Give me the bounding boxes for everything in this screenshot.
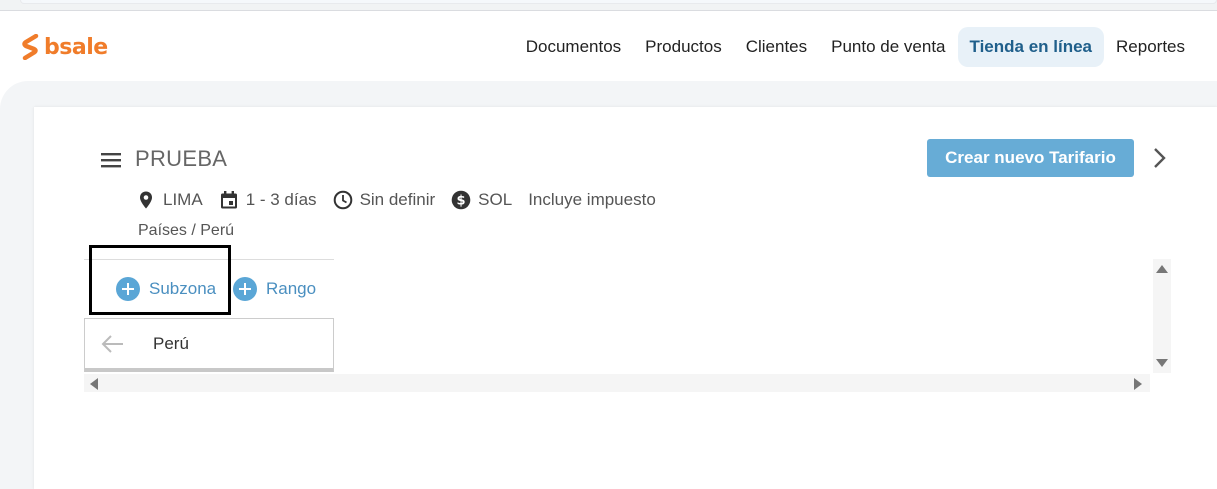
address-bar-edge [20,0,1217,4]
clock-icon [333,190,352,210]
scroll-up-arrow[interactable] [1156,265,1168,273]
nav-item-reportes[interactable]: Reportes [1104,27,1197,67]
add-rango-label: Rango [266,279,317,298]
create-tariff-button[interactable]: Crear nuevo Tarifario [927,139,1134,177]
meta-delivery-time: 1 - 3 días [245,190,317,209]
scroll-left-arrow[interactable] [90,378,98,390]
arrow-left-icon[interactable] [101,333,125,355]
page-title: PRUEBA [135,146,228,171]
nav-item-clientes[interactable]: Clientes [734,27,819,67]
meta-location: LIMA [163,190,203,209]
add-rango-button[interactable]: Rango [233,275,316,303]
browser-chrome-strip [0,0,1217,11]
highlight-annotation-box [89,245,231,315]
chevron-right-icon[interactable] [1150,146,1170,170]
map-pin-icon [140,191,152,209]
zone-label: Perú [153,334,189,353]
zone-row[interactable]: Perú [84,318,334,372]
svg-text:$: $ [457,194,466,209]
plus-circle-icon [233,277,257,301]
bsale-logo-text: bsale [44,34,108,60]
meta-currency: SOL [478,190,513,209]
top-navigation: bsale Documentos Productos Clientes Punt… [0,11,1217,81]
calendar-icon [220,191,237,209]
nav-item-productos[interactable]: Productos [633,27,734,67]
main-nav: Documentos Productos Clientes Punto de v… [514,27,1197,67]
meta-schedule: Sin definir [359,190,436,209]
vertical-scrollbar[interactable] [1153,259,1171,373]
dollar-circle-icon: $ [451,190,471,210]
bsale-logo[interactable]: bsale [22,32,108,62]
scroll-down-arrow[interactable] [1156,359,1168,367]
hamburger-menu-icon[interactable] [100,149,122,171]
breadcrumb: Países / Perú [138,222,235,239]
meta-tax-note: Incluye impuesto [528,190,656,209]
tariff-meta: LIMA 1 - 3 días Sin definir $ SOL Incluy… [136,188,672,212]
bsale-logo-icon [22,34,39,60]
horizontal-scrollbar[interactable] [84,374,1150,392]
nav-item-documentos[interactable]: Documentos [514,27,633,67]
scroll-right-arrow[interactable] [1134,378,1142,390]
nav-item-tienda-en-linea[interactable]: Tienda en línea [957,27,1105,67]
nav-item-punto-de-venta[interactable]: Punto de venta [819,27,957,67]
